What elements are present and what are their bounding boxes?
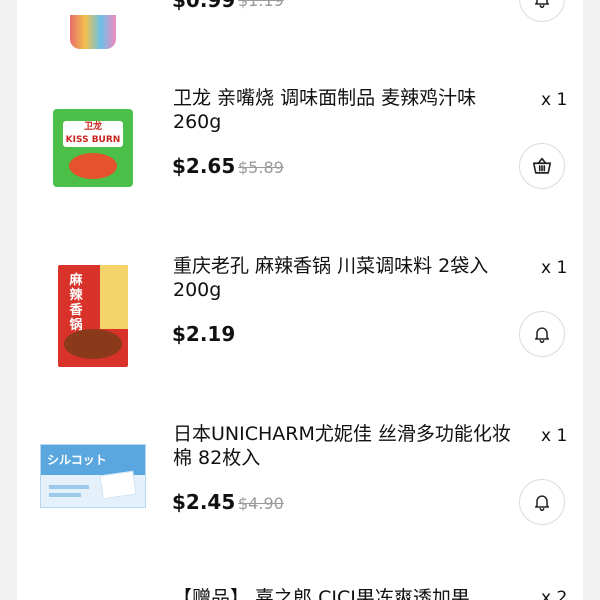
cart-list: $0.99 $1.19 卫龙 KISS BURN 卫龙 亲嘴烧 调味面制品 麦辣… bbox=[17, 0, 583, 600]
quantity: x 2 bbox=[541, 588, 568, 600]
product-image[interactable]: 卫龙 KISS BURN bbox=[39, 94, 147, 202]
list-item[interactable]: 【赠品】 嘉之郎 CICI果冻爽透加果 x 2 bbox=[17, 580, 583, 600]
product-name[interactable]: 日本UNICHARM尤妮佳 丝滑多功能化妆棉 82枚入 bbox=[173, 422, 513, 470]
original-price: $5.89 bbox=[238, 158, 284, 177]
list-item[interactable]: 卫龙 KISS BURN 卫龙 亲嘴烧 调味面制品 麦辣鸡汁味 260g x 1… bbox=[17, 76, 583, 244]
add-to-cart-button[interactable] bbox=[519, 143, 565, 189]
bell-icon bbox=[535, 0, 549, 9]
price: $2.19 bbox=[172, 322, 236, 346]
quantity: x 1 bbox=[541, 90, 568, 110]
list-item[interactable]: シルコット 日本UNICHARM尤妮佳 丝滑多功能化妆棉 82枚入 x 1 $2… bbox=[17, 412, 583, 580]
list-item[interactable]: 麻 辣 香 锅 重庆老孔 麻辣香锅 川菜调味料 2袋入 200g x 1 $2.… bbox=[17, 244, 583, 412]
product-image[interactable]: 麻 辣 香 锅 bbox=[39, 262, 147, 370]
product-name[interactable]: 卫龙 亲嘴烧 调味面制品 麦辣鸡汁味 260g bbox=[173, 86, 513, 134]
product-image[interactable] bbox=[39, 0, 147, 86]
original-price: $1.19 bbox=[238, 0, 284, 10]
quantity: x 1 bbox=[541, 258, 568, 278]
product-name[interactable]: 重庆老孔 麻辣香锅 川菜调味料 2袋入 200g bbox=[173, 254, 513, 302]
notify-button[interactable] bbox=[519, 311, 565, 357]
quantity: x 1 bbox=[541, 426, 568, 446]
price: $2.65 bbox=[172, 154, 236, 178]
price: $2.45 bbox=[172, 490, 236, 514]
notify-button[interactable] bbox=[519, 479, 565, 525]
bell-icon bbox=[535, 495, 549, 512]
notify-button[interactable] bbox=[519, 0, 565, 22]
original-price: $4.90 bbox=[238, 494, 284, 513]
bell-icon bbox=[535, 327, 549, 344]
product-image[interactable]: シルコット bbox=[39, 422, 147, 530]
product-name[interactable]: 【赠品】 嘉之郎 CICI果冻爽透加果 bbox=[173, 586, 513, 600]
cart-icon bbox=[532, 157, 552, 174]
list-item[interactable]: $0.99 $1.19 bbox=[17, 0, 583, 49]
price: $0.99 bbox=[172, 0, 236, 12]
